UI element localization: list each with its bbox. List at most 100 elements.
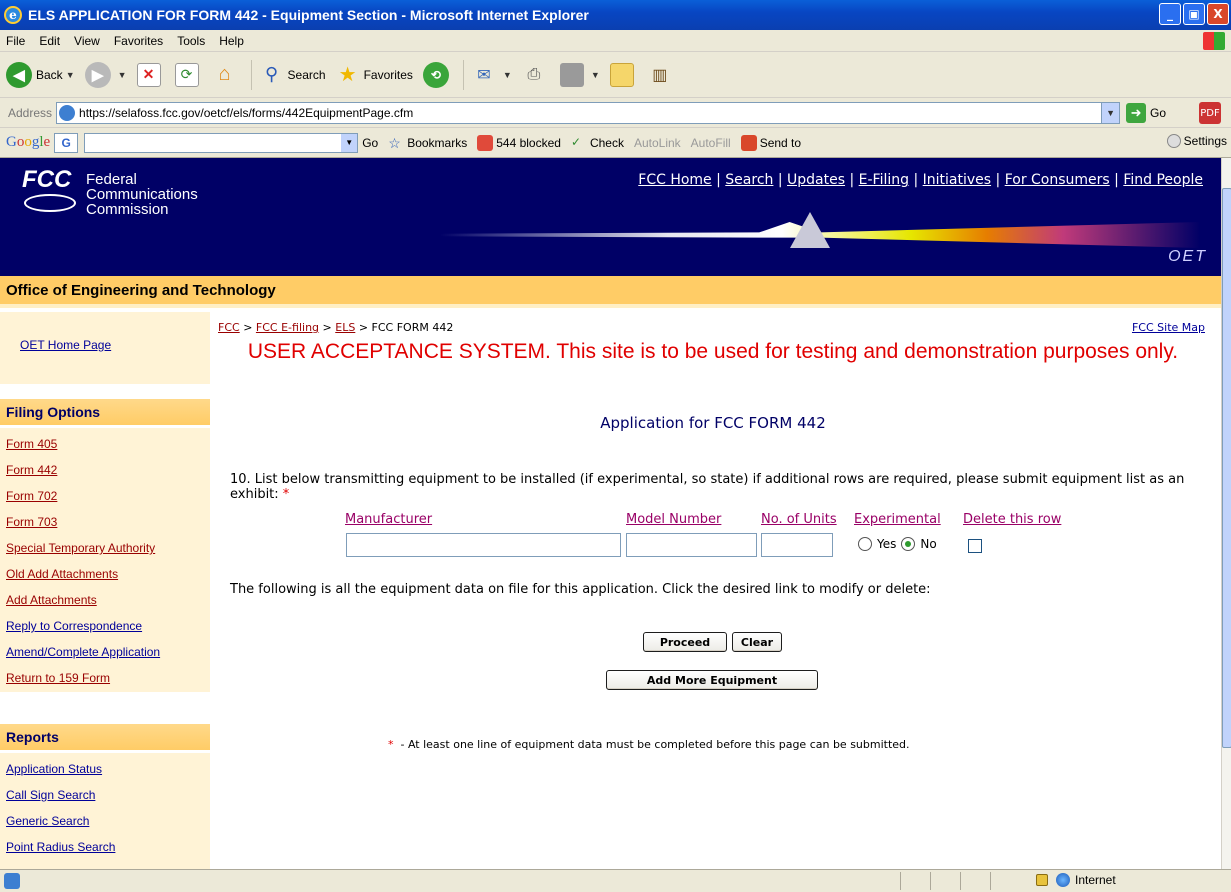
experimental-no-radio[interactable] — [901, 537, 916, 551]
google-menu-button[interactable]: G — [54, 132, 79, 153]
discuss-button[interactable] — [609, 62, 638, 87]
favorites-button[interactable]: ★ Favorites — [336, 63, 413, 87]
refresh-icon: ⟳ — [174, 62, 199, 87]
link-find-people[interactable]: Find People — [1123, 172, 1203, 188]
nav-special-temporary-authority[interactable]: Special Temporary Authority — [0, 535, 210, 561]
stop-button[interactable]: ✕ — [136, 62, 165, 87]
link-fcc-home[interactable]: FCC Home — [638, 172, 711, 188]
history-icon: ⟲ — [422, 61, 449, 88]
equipment-data-note: The following is all the equipment data … — [230, 582, 931, 597]
autofill-button[interactable]: AutoFill — [691, 136, 731, 150]
link-for-consumers[interactable]: For Consumers — [1005, 172, 1110, 188]
bookmarks-button[interactable]: ☆ Bookmarks — [388, 135, 467, 151]
search-icon: ⚲ — [264, 64, 279, 84]
menu-edit[interactable]: Edit — [39, 34, 60, 48]
home-button[interactable]: ⌂ — [213, 63, 241, 87]
search-button[interactable]: ⚲ Search — [260, 63, 326, 87]
menu-view[interactable]: View — [74, 34, 100, 48]
check-label: Check — [589, 135, 624, 150]
scrollbar-thumb[interactable] — [1222, 188, 1231, 748]
model-number-input[interactable] — [626, 533, 757, 557]
filing-options-list: Form 405 Form 442 Form 702 Form 703 Spec… — [0, 428, 210, 692]
proceed-button[interactable]: Proceed — [643, 632, 727, 652]
google-search-dropdown-icon[interactable]: ▼ — [341, 133, 358, 152]
nav-reply-to-correspondence[interactable]: Reply to Correspondence — [0, 613, 210, 639]
left-navigation: OET Home Page Filing Options Form 405 Fo… — [0, 312, 210, 869]
address-input[interactable]: https://selafoss.fcc.gov/oetcf/els/forms… — [56, 101, 1121, 124]
zone-label: Internet — [1075, 873, 1116, 887]
nav-return-to-159-form[interactable]: Return to 159 Form — [0, 665, 210, 691]
column-experimental[interactable]: Experimental — [854, 512, 941, 527]
nav-point-radius-search[interactable]: Point Radius Search — [0, 834, 210, 860]
menu-tools[interactable]: Tools — [177, 34, 205, 48]
link-e-filing[interactable]: E-Filing — [859, 172, 909, 188]
search-label: Search — [287, 67, 326, 82]
refresh-button[interactable]: ⟳ — [174, 62, 203, 87]
spellcheck-button[interactable]: ✓ Check — [571, 135, 624, 151]
breadcrumb-fcc[interactable]: FCC — [218, 321, 240, 334]
google-go-button[interactable]: Go — [362, 136, 378, 150]
autolink-label: AutoLink — [633, 135, 681, 150]
popup-blocker-button[interactable]: 544 blocked — [477, 134, 561, 151]
no-of-units-input[interactable] — [761, 533, 833, 557]
nav-old-add-attachments[interactable]: Old Add Attachments — [0, 561, 210, 587]
google-search-input[interactable]: ▼ — [84, 132, 359, 153]
prism-graphic — [790, 212, 830, 248]
maximize-button[interactable]: ▣ — [1183, 3, 1205, 25]
nav-amend-complete-application[interactable]: Amend/Complete Application — [0, 639, 210, 665]
nav-form-702[interactable]: Form 702 — [0, 483, 210, 509]
address-dropdown-icon[interactable]: ▼ — [1101, 102, 1120, 123]
research-icon: ▥ — [652, 66, 668, 84]
close-button[interactable]: X — [1207, 3, 1229, 25]
google-logo[interactable]: Google — [6, 134, 50, 151]
link-initiatives[interactable]: Initiatives — [923, 172, 991, 188]
link-search[interactable]: Search — [725, 172, 773, 188]
history-button[interactable]: ⟲ — [422, 61, 453, 88]
nav-form-442[interactable]: Form 442 — [0, 457, 210, 483]
column-manufacturer[interactable]: Manufacturer — [345, 512, 432, 527]
nav-form-703[interactable]: Form 703 — [0, 509, 210, 535]
breadcrumb-els[interactable]: ELS — [335, 321, 355, 334]
nav-application-status[interactable]: Application Status — [0, 756, 210, 782]
delete-row-checkbox[interactable] — [968, 539, 982, 553]
sendto-button[interactable]: Send to — [740, 134, 801, 151]
edit-button[interactable]: ▼ — [559, 62, 600, 87]
add-more-equipment-button[interactable]: Add More Equipment — [606, 670, 818, 690]
link-updates[interactable]: Updates — [787, 172, 845, 188]
settings-button[interactable]: Settings — [1166, 134, 1227, 148]
nav-add-attachments[interactable]: Add Attachments — [0, 587, 210, 613]
menu-help[interactable]: Help — [219, 34, 244, 48]
clear-button[interactable]: Clear — [732, 632, 782, 652]
go-button[interactable]: ➜ Go — [1126, 102, 1166, 123]
column-model-number[interactable]: Model Number — [626, 512, 721, 527]
experimental-yes-radio[interactable] — [858, 537, 872, 551]
nav-form-405[interactable]: Form 405 — [0, 431, 210, 457]
minimize-button[interactable]: _ — [1159, 3, 1181, 25]
site-map-link[interactable]: FCC Site Map — [1132, 321, 1205, 334]
office-bar: Office of Engineering and Technology — [0, 276, 1221, 308]
forward-arrow-icon: ▶ — [84, 61, 111, 88]
nav-call-sign-search[interactable]: Call Sign Search — [0, 782, 210, 808]
autolink-button[interactable]: AutoLink — [634, 136, 681, 150]
column-delete-row[interactable]: Delete this row — [963, 512, 1061, 527]
fcc-name: Federal Communications Commission — [86, 171, 198, 218]
nav-generic-search[interactable]: Generic Search — [0, 808, 210, 834]
breadcrumb-efiling[interactable]: FCC E-filing — [256, 321, 319, 334]
menu-file[interactable]: File — [6, 34, 25, 48]
print-button[interactable]: ⎙ — [522, 63, 550, 87]
oet-home-link[interactable]: OET Home Page — [20, 338, 111, 352]
menu-favorites[interactable]: Favorites — [114, 34, 163, 48]
mail-button[interactable]: ✉ ▼ — [472, 63, 512, 87]
pdf-icon[interactable]: PDF — [1199, 102, 1221, 124]
security-zone: Internet — [1036, 873, 1116, 887]
back-button[interactable]: ◀ Back ▼ — [6, 61, 75, 88]
favorites-star-icon: ★ — [338, 64, 357, 86]
research-button[interactable]: ▥ — [648, 63, 676, 87]
fcc-logo[interactable]: FCC Federal Communications Commission — [22, 168, 198, 218]
vertical-scrollbar[interactable] — [1221, 158, 1231, 869]
manufacturer-input[interactable] — [346, 533, 621, 557]
footnote-asterisk: * — [388, 738, 394, 751]
internet-globe-icon — [1056, 873, 1070, 887]
column-no-of-units[interactable]: No. of Units — [761, 512, 837, 527]
forward-button[interactable]: ▶ ▼ — [84, 61, 127, 88]
